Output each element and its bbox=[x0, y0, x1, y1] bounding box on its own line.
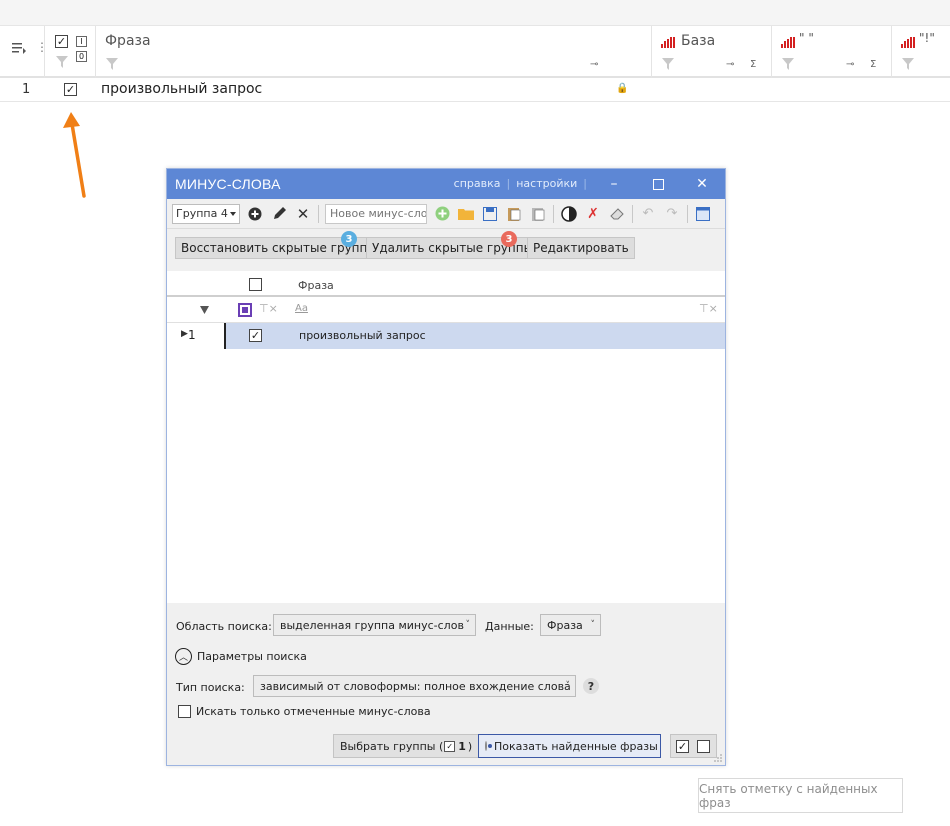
redo-icon[interactable]: ↷ bbox=[663, 205, 681, 223]
add-word-icon[interactable] bbox=[433, 205, 451, 223]
collapse-params-icon[interactable]: ︿ bbox=[175, 648, 192, 665]
search-panel: Область поиска: выделенная группа минус-… bbox=[167, 603, 725, 765]
pointer-arrow-icon bbox=[63, 112, 86, 198]
restore-count-badge: 3 bbox=[341, 231, 357, 247]
settings-link[interactable]: настройки bbox=[516, 177, 577, 190]
checkbox-icon: ✓ bbox=[444, 740, 456, 752]
filter-icon[interactable] bbox=[200, 306, 209, 314]
search-area-select[interactable]: выделенная группа минус-слов ˅ bbox=[273, 614, 476, 636]
window-layout-icon[interactable] bbox=[694, 205, 712, 223]
new-minus-word-input[interactable] bbox=[325, 203, 427, 224]
pin-icon[interactable]: ⊸ bbox=[590, 59, 598, 70]
filter-icon[interactable] bbox=[106, 58, 118, 70]
pin-icon[interactable]: ⊸ bbox=[846, 59, 854, 70]
current-row-indicator: ▶ bbox=[181, 329, 188, 339]
uncheck-icon[interactable]: ✗ bbox=[584, 205, 602, 223]
filter-icon[interactable] bbox=[56, 56, 68, 68]
folder-icon[interactable] bbox=[457, 205, 475, 223]
group-select[interactable]: Группа 4 bbox=[172, 203, 240, 224]
header-select-all-checkbox[interactable]: ✓ bbox=[55, 35, 68, 48]
resize-grip-icon[interactable] bbox=[713, 753, 723, 763]
top-strip bbox=[0, 0, 950, 26]
filter-icon[interactable] bbox=[662, 58, 674, 70]
row-number: 1 bbox=[22, 82, 31, 97]
row-phrase[interactable]: произвольный запрос bbox=[101, 81, 262, 97]
main-grid-header: ⋮ ✓ I 0 Фраза ⊸ База ⊸ Σ " " ⊸ Σ "!" bbox=[0, 26, 950, 78]
minus-words-dialog: МИНУС-СЛОВА справка | настройки | – ✕ Гр… bbox=[166, 168, 726, 766]
dialog-toolbar: Группа 4 ✕ ✗ bbox=[167, 199, 725, 229]
close-button[interactable]: ✕ bbox=[693, 175, 711, 193]
help-icon[interactable]: ? bbox=[583, 678, 599, 694]
row-number: 1 bbox=[188, 328, 196, 342]
add-group-icon[interactable] bbox=[246, 205, 264, 223]
table-row[interactable]: ▶ 1 ✓ произвольный запрос bbox=[167, 323, 725, 349]
check-toggle-group: ✓ bbox=[670, 734, 717, 758]
check-found-button[interactable]: ✓ bbox=[676, 740, 689, 753]
column-header-phrase[interactable]: Фраза bbox=[105, 33, 151, 49]
minus-words-grid: Фраза ⊤× Aa ⊤× ▶ 1 ✓ произвольный запрос bbox=[167, 273, 725, 603]
search-params-toggle[interactable]: Параметры поиска bbox=[197, 650, 307, 663]
eraser-icon[interactable] bbox=[608, 205, 626, 223]
paste-special-icon[interactable] bbox=[529, 205, 547, 223]
show-found-phrases-button[interactable]: Показать найденные фразы bbox=[478, 734, 661, 758]
header-clear-checkbox[interactable]: 0 bbox=[76, 51, 87, 62]
data-select[interactable]: Фраза ˅ bbox=[540, 614, 601, 636]
undo-icon[interactable]: ↶ bbox=[639, 205, 657, 223]
group-actions-row: Восстановить скрытые группы 3 Удалить ск… bbox=[167, 229, 725, 271]
pin-icon[interactable]: ⊸ bbox=[726, 59, 734, 70]
row-checkbox[interactable]: ✓ bbox=[249, 329, 262, 342]
search-type-select[interactable]: зависимый от словоформы: полное вхождени… bbox=[253, 675, 576, 697]
sum-icon[interactable]: Σ bbox=[870, 59, 876, 70]
delete-group-icon[interactable]: ✕ bbox=[294, 205, 312, 223]
frequency-bars-icon bbox=[901, 37, 915, 48]
data-label: Данные: bbox=[485, 620, 534, 633]
row-phrase[interactable]: произвольный запрос bbox=[299, 329, 426, 342]
search-area-label: Область поиска: bbox=[176, 620, 272, 633]
edit-button[interactable]: Редактировать bbox=[527, 237, 635, 259]
uncheck-found-phrases-button[interactable]: Снять отметку с найденных фраз bbox=[698, 778, 903, 813]
lock-icon: 🔒 bbox=[616, 83, 629, 94]
column-header-base[interactable]: База bbox=[681, 33, 715, 49]
paste-icon[interactable] bbox=[505, 205, 523, 223]
delete-count-badge: 3 bbox=[501, 231, 517, 247]
text-filter-input[interactable]: Aa bbox=[295, 303, 308, 314]
invert-icon[interactable] bbox=[560, 205, 578, 223]
select-all-checkbox[interactable] bbox=[249, 278, 262, 291]
clear-text-filter-icon[interactable]: ⊤× bbox=[699, 302, 718, 315]
select-groups-button[interactable]: Выбрать группы ( ✓ 1 ) bbox=[333, 734, 480, 758]
column-menu-icon[interactable]: ⋮ bbox=[36, 40, 48, 54]
help-link[interactable]: справка bbox=[454, 177, 501, 190]
grid-filter-row: ⊤× Aa ⊤× bbox=[167, 297, 725, 323]
column-header-exclamation[interactable]: "!" bbox=[919, 31, 935, 45]
maximize-button[interactable] bbox=[649, 175, 667, 193]
only-checked-label[interactable]: Искать только отмеченные минус-слова bbox=[196, 705, 431, 718]
column-header-phrase[interactable]: Фраза bbox=[298, 279, 334, 292]
only-checked-checkbox[interactable] bbox=[178, 705, 191, 718]
save-icon[interactable] bbox=[481, 205, 499, 223]
header-invert-checkbox[interactable]: I bbox=[76, 36, 87, 47]
frequency-bars-icon bbox=[781, 37, 795, 48]
frequency-bars-icon bbox=[661, 37, 675, 48]
minimize-button[interactable]: – bbox=[605, 175, 623, 193]
radio-dot-icon bbox=[485, 741, 492, 751]
edit-pencil-icon[interactable] bbox=[270, 205, 288, 223]
column-header-quotes[interactable]: " " bbox=[799, 31, 814, 45]
grid-header: Фраза bbox=[167, 273, 725, 297]
sum-icon[interactable]: Σ bbox=[750, 59, 756, 70]
dialog-title: МИНУС-СЛОВА bbox=[175, 176, 281, 192]
table-row[interactable]: 1 ✓ произвольный запрос 🔒 bbox=[0, 78, 950, 102]
search-type-label: Тип поиска: bbox=[176, 681, 245, 694]
filter-checked-toggle[interactable] bbox=[238, 303, 252, 317]
row-checkbox[interactable]: ✓ bbox=[64, 83, 77, 96]
dialog-titlebar[interactable]: МИНУС-СЛОВА справка | настройки | – ✕ bbox=[167, 169, 725, 199]
uncheck-found-button[interactable] bbox=[697, 740, 710, 753]
column-chooser-icon[interactable] bbox=[12, 42, 28, 54]
filter-icon[interactable] bbox=[902, 58, 914, 70]
clear-filter-icon[interactable]: ⊤× bbox=[259, 302, 278, 315]
filter-icon[interactable] bbox=[782, 58, 794, 70]
